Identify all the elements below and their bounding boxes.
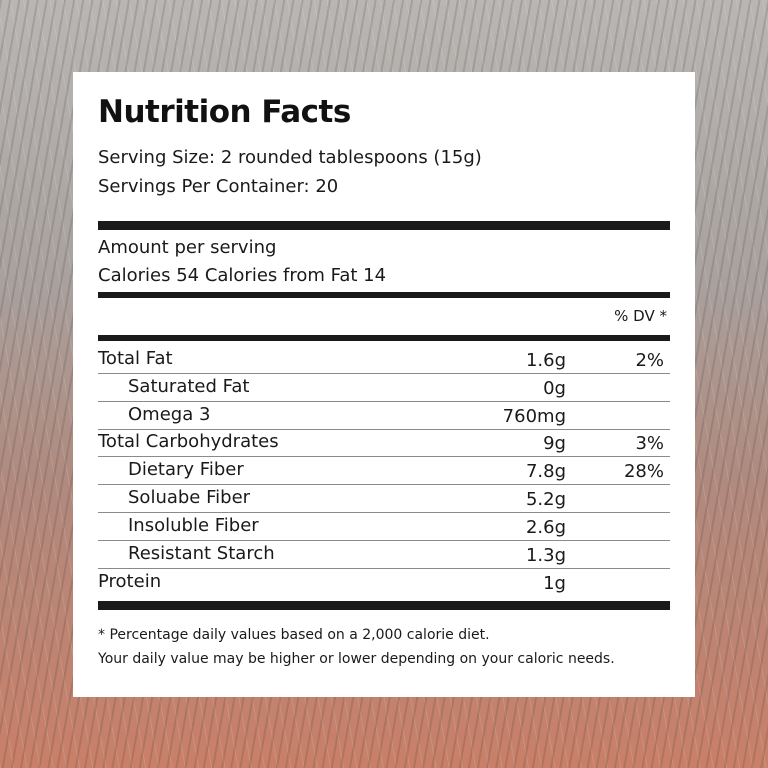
nutrient-amount: 760mg (502, 406, 566, 427)
label-title: Nutrition Facts (98, 94, 351, 130)
divider-medium (98, 292, 670, 298)
nutrient-dv: 2% (635, 350, 664, 371)
nutrient-amount: 7.8g (525, 461, 566, 482)
nutrient-name: Protein (98, 571, 162, 592)
divider-thick (98, 601, 670, 610)
divider-medium (98, 335, 670, 341)
nutrient-amount: 1.3g (525, 545, 566, 566)
serving-size: Serving Size: 2 rounded tablespoons (15g… (98, 147, 482, 168)
nutrient-dv: 3% (635, 433, 664, 454)
footnote-dv: * Percentage daily values based on a 2,0… (98, 627, 490, 643)
nutrient-row: Omega 3 760mg (98, 402, 670, 429)
calories-line: Calories 54 Calories from Fat 14 (98, 265, 387, 286)
servings-per-container: Servings Per Container: 20 (98, 176, 339, 197)
nutrient-row: Resistant Starch 1.3g (98, 541, 670, 568)
nutrient-row: Protein 1g (98, 569, 670, 596)
nutrient-name: Dietary Fiber (128, 459, 244, 480)
nutrient-name: Insoluble Fiber (128, 515, 259, 536)
nutrient-row: Saturated Fat 0g (98, 374, 670, 401)
nutrient-amount: 1.6g (525, 350, 566, 371)
nutrient-amount: 1g (543, 573, 566, 594)
nutrient-name: Soluabe Fiber (128, 487, 251, 508)
nutrient-name: Saturated Fat (128, 376, 250, 397)
dv-header: % DV * (614, 307, 667, 325)
nutrient-row: Soluabe Fiber 5.2g (98, 485, 670, 512)
nutrition-label: Nutrition Facts Serving Size: 2 rounded … (73, 72, 695, 697)
nutrient-name: Total Fat (98, 348, 173, 369)
nutrient-row: Total Fat 1.6g 2% (98, 346, 670, 373)
nutrient-name: Total Carbohydrates (98, 431, 279, 452)
nutrient-amount: 5.2g (525, 489, 566, 510)
footnote-caloric-needs: Your daily value may be higher or lower … (98, 651, 615, 667)
nutrient-amount: 9g (543, 433, 566, 454)
nutrient-name: Omega 3 (128, 404, 211, 425)
nutrient-amount: 2.6g (525, 517, 566, 538)
nutrient-amount: 0g (543, 378, 566, 399)
nutrient-row: Insoluble Fiber 2.6g (98, 513, 670, 540)
nutrient-row: Total Carbohydrates 9g 3% (98, 429, 670, 456)
divider-thick (98, 221, 670, 230)
nutrient-dv: 28% (623, 461, 664, 482)
nutrient-row: Dietary Fiber 7.8g 28% (98, 457, 670, 484)
amount-per-serving: Amount per serving (98, 237, 277, 258)
nutrient-name: Resistant Starch (128, 543, 275, 564)
